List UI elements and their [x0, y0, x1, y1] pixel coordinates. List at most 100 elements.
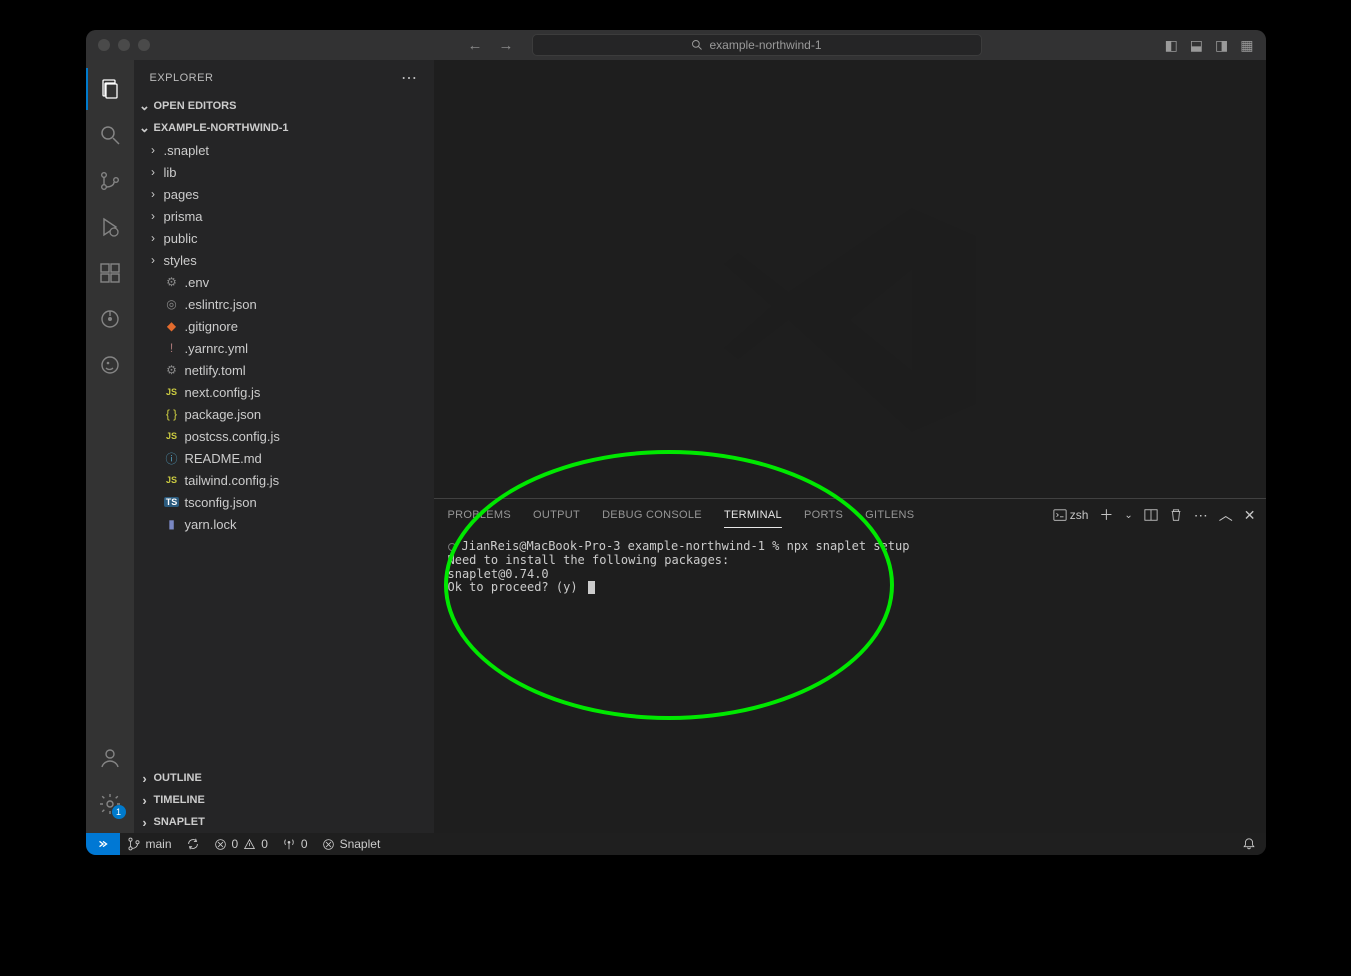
- nav-back-icon[interactable]: ←: [468, 37, 483, 54]
- file-item[interactable]: ⓘREADME.md: [134, 447, 434, 469]
- chevron-right-icon: ›: [138, 815, 152, 830]
- file-item[interactable]: ◆.gitignore: [134, 315, 434, 337]
- file-item[interactable]: JSpostcss.config.js: [134, 425, 434, 447]
- activity-scm[interactable]: [86, 160, 134, 202]
- activity-search[interactable]: [86, 114, 134, 156]
- folder-item[interactable]: ›public: [134, 227, 434, 249]
- remote-button[interactable]: [86, 833, 120, 855]
- nav-forward-icon[interactable]: →: [499, 37, 514, 54]
- layout-left-icon[interactable]: ◧: [1165, 37, 1178, 54]
- chevron-right-icon: ›: [148, 209, 159, 223]
- panel-more-icon[interactable]: ⋯: [1194, 507, 1208, 524]
- remote-icon: [96, 837, 110, 851]
- folder-item[interactable]: ›prisma: [134, 205, 434, 227]
- problems-indicator[interactable]: 0 0: [207, 833, 275, 855]
- file-icon: !: [164, 341, 180, 355]
- activity-extensions[interactable]: [86, 252, 134, 294]
- layout-customize-icon[interactable]: ▦: [1240, 37, 1253, 54]
- titlebar: ← → example-northwind-1 ◧ ⬓ ◨ ▦: [86, 30, 1266, 60]
- file-item[interactable]: TStsconfig.json: [134, 491, 434, 513]
- file-item[interactable]: { }package.json: [134, 403, 434, 425]
- file-item[interactable]: !.yarnrc.yml: [134, 337, 434, 359]
- panel-tab-problems[interactable]: PROBLEMS: [448, 503, 512, 527]
- folder-item[interactable]: ›pages: [134, 183, 434, 205]
- minimize-dot[interactable]: [118, 39, 130, 51]
- file-icon: { }: [164, 407, 180, 421]
- file-item[interactable]: ⚙.env: [134, 271, 434, 293]
- editor-empty: [434, 60, 1266, 498]
- terminal-line: Need to install the following packages:: [448, 554, 1252, 568]
- terminal-line: Ok to proceed? (y): [448, 581, 1252, 595]
- snaplet-status[interactable]: Snaplet: [315, 833, 388, 855]
- file-icon: ⚙: [164, 275, 180, 289]
- file-item[interactable]: JSnext.config.js: [134, 381, 434, 403]
- file-item[interactable]: ◎.eslintrc.json: [134, 293, 434, 315]
- panel-maximize-icon[interactable]: ︿: [1219, 505, 1233, 525]
- section-snaplet[interactable]: › SNAPLET: [134, 811, 434, 833]
- folder-item[interactable]: ›styles: [134, 249, 434, 271]
- file-item[interactable]: JStailwind.config.js: [134, 469, 434, 491]
- layout-right-icon[interactable]: ◨: [1215, 37, 1228, 54]
- sync-icon: [186, 837, 200, 851]
- panel-close-icon[interactable]: ✕: [1244, 507, 1256, 524]
- activity-snaplet[interactable]: [86, 344, 134, 386]
- terminal-marker-icon: [448, 543, 456, 551]
- section-timeline[interactable]: › TIMELINE: [134, 789, 434, 811]
- file-item[interactable]: ▮yarn.lock: [134, 513, 434, 535]
- new-terminal-button[interactable]: ＋: [1099, 505, 1113, 525]
- chevron-right-icon: ›: [148, 143, 159, 157]
- kill-terminal-button[interactable]: [1169, 508, 1183, 522]
- folder-item[interactable]: ›.snaplet: [134, 139, 434, 161]
- search-label: example-northwind-1: [709, 38, 821, 52]
- section-project[interactable]: ⌄ EXAMPLE-NORTHWIND-1: [134, 117, 434, 139]
- activity-account[interactable]: [86, 737, 134, 779]
- command-center[interactable]: example-northwind-1: [532, 34, 982, 56]
- file-item[interactable]: ⚙netlify.toml: [134, 359, 434, 381]
- zoom-dot[interactable]: [138, 39, 150, 51]
- terminal-output[interactable]: JianReis@MacBook-Pro-3 example-northwind…: [434, 532, 1266, 833]
- editor-area: PROBLEMS OUTPUT DEBUG CONSOLE TERMINAL PORTS…: [434, 60, 1266, 833]
- activity-gitlens[interactable]: [86, 298, 134, 340]
- bell-icon: [1242, 837, 1256, 851]
- close-dot[interactable]: [98, 39, 110, 51]
- ports-indicator[interactable]: 0: [275, 833, 315, 855]
- chevron-right-icon: ›: [138, 771, 152, 786]
- account-icon: [98, 746, 122, 770]
- panel-tab-gitlens[interactable]: GITLENS: [865, 503, 914, 527]
- vscode-watermark-icon: [710, 180, 990, 460]
- chevron-right-icon: ›: [148, 187, 159, 201]
- git-branch-icon: [127, 837, 141, 851]
- terminal-line: snaplet@0.74.0: [448, 568, 1252, 582]
- extensions-icon: [98, 261, 122, 285]
- folder-item[interactable]: ›lib: [134, 161, 434, 183]
- terminal-shell-selector[interactable]: zsh: [1053, 508, 1089, 522]
- file-icon: ⚙: [164, 363, 180, 377]
- panel-tab-ports[interactable]: PORTS: [804, 503, 843, 527]
- sidebar-explorer: EXPLORER ⋯ ⌄ OPEN EDITORS ⌄ EXAMPLE-NORT…: [134, 60, 434, 833]
- layout-bottom-icon[interactable]: ⬓: [1190, 37, 1203, 54]
- file-icon: JS: [164, 387, 180, 397]
- notifications-button[interactable]: [1235, 833, 1266, 855]
- panel-tab-terminal[interactable]: TERMINAL: [724, 503, 782, 528]
- vscode-window: ← → example-northwind-1 ◧ ⬓ ◨ ▦: [86, 30, 1266, 855]
- sync-button[interactable]: [179, 833, 207, 855]
- sidebar-more-icon[interactable]: ⋯: [401, 68, 418, 88]
- panel-tab-debug-console[interactable]: DEBUG CONSOLE: [602, 503, 702, 527]
- branch-indicator[interactable]: main: [120, 833, 179, 855]
- file-icon: JS: [164, 431, 180, 441]
- file-icon: JS: [164, 475, 180, 485]
- activity-debug[interactable]: [86, 206, 134, 248]
- panel-tab-output[interactable]: OUTPUT: [533, 503, 580, 527]
- settings-badge: 1: [112, 805, 126, 819]
- sidebar-title: EXPLORER: [150, 72, 214, 84]
- section-outline[interactable]: › OUTLINE: [134, 767, 434, 789]
- search-icon: [98, 123, 122, 147]
- terminal-dropdown-icon[interactable]: ⌄: [1124, 510, 1132, 521]
- section-open-editors[interactable]: ⌄ OPEN EDITORS: [134, 95, 434, 117]
- chevron-down-icon: ⌄: [138, 120, 152, 136]
- terminal-line: JianReis@MacBook-Pro-3 example-northwind…: [448, 540, 1252, 554]
- activity-explorer[interactable]: [86, 68, 134, 110]
- chevron-right-icon: ›: [148, 231, 159, 245]
- split-terminal-button[interactable]: [1144, 508, 1158, 522]
- activity-settings[interactable]: 1: [86, 783, 134, 825]
